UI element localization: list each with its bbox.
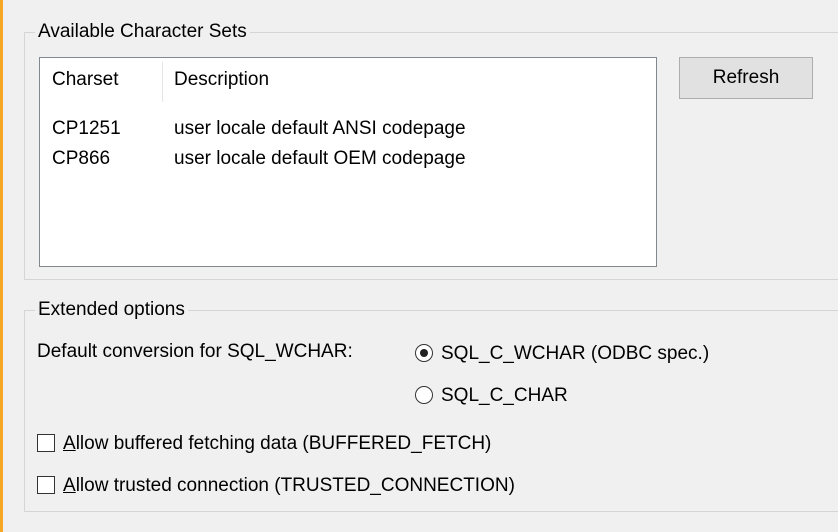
checkbox-label: Allow buffered fetching data (BUFFERED_F… [63,433,492,454]
checkbox-buffered-fetch[interactable]: Allow buffered fetching data (BUFFERED_F… [37,432,597,458]
charsets-group-title: Available Character Sets [35,21,250,43]
description-cell: user locale default ANSI codepage [174,118,466,139]
checkbox-label: Allow trusted connection (TRUSTED_CONNEC… [63,475,515,496]
checkbox-unchecked-icon [37,434,55,452]
refresh-button[interactable]: Refresh [679,57,813,99]
default-conversion-label: Default conversion for SQL_WCHAR: [37,341,353,362]
column-header-charset[interactable]: Charset [40,58,162,102]
radio-unselected-icon [415,386,433,404]
listview-header: Charset Description [40,58,656,102]
charset-cell: CP866 [52,148,111,169]
column-header-description[interactable]: Description [162,58,656,102]
left-accent-strip [0,0,3,532]
radio-label: SQL_C_WCHAR (ODBC spec.) [441,343,710,364]
charset-cell: CP1251 [52,118,121,139]
extended-options-group-title: Extended options [35,299,188,321]
table-row[interactable]: CP866 user locale default OEM codepage [40,144,656,174]
table-row[interactable]: CP1251 user locale default ANSI codepage [40,114,656,144]
radio-sql-c-wchar[interactable]: SQL_C_WCHAR (ODBC spec.) [415,342,775,368]
checkbox-unchecked-icon [37,476,55,494]
charsets-groupbox: Available Character Sets Charset Descrip… [24,21,838,280]
description-cell: user locale default OEM codepage [174,148,466,169]
charsets-listview[interactable]: Charset Description CP1251 user locale d… [39,57,657,267]
checkbox-trusted-connection[interactable]: Allow trusted connection (TRUSTED_CONNEC… [37,474,617,500]
radio-sql-c-char[interactable]: SQL_C_CHAR [415,384,615,410]
radio-label: SQL_C_CHAR [441,385,568,406]
extended-options-groupbox: Extended options Default conversion for … [24,299,838,512]
radio-selected-icon [415,344,433,362]
